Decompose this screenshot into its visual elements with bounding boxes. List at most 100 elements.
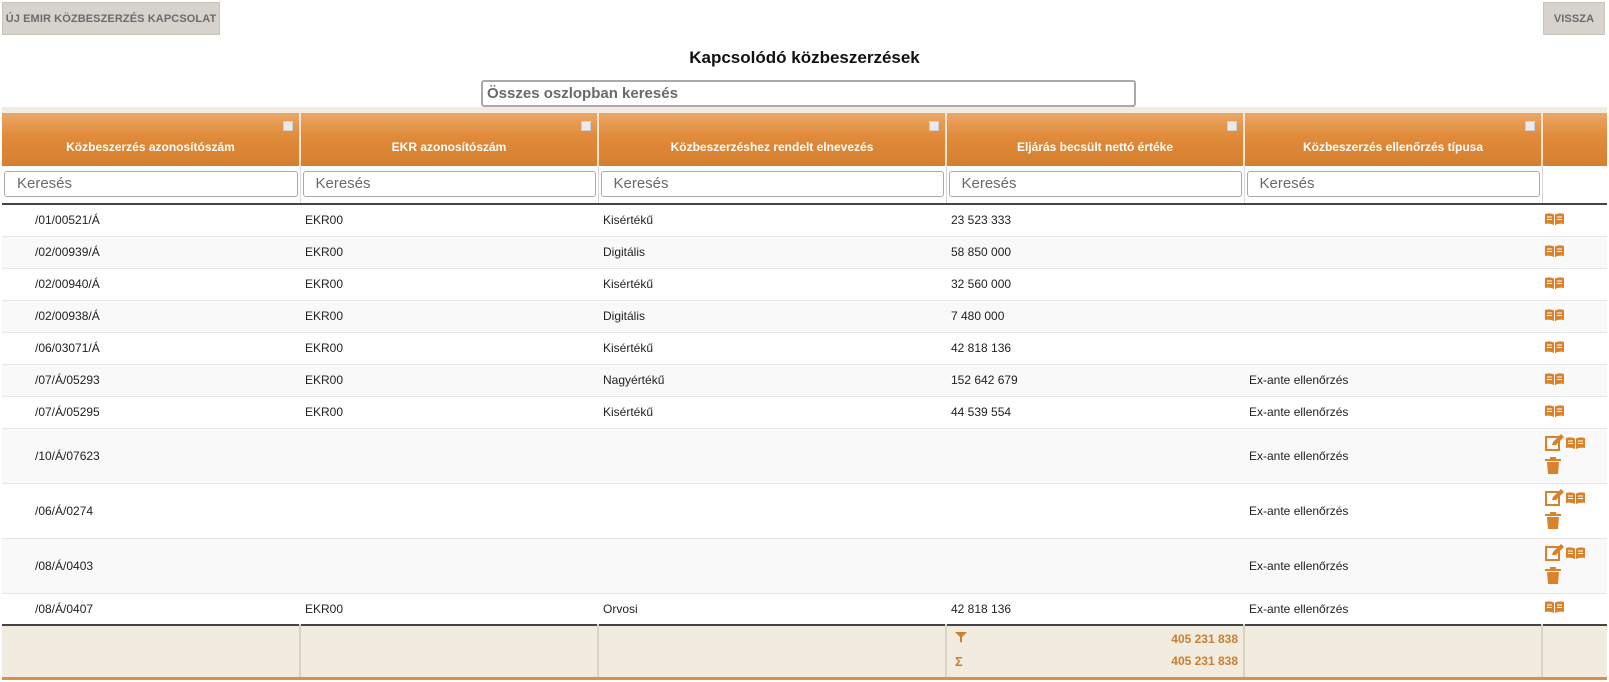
procurements-table-container: Közbeszerzés azonosítószám EKR azonosító… <box>2 107 1607 680</box>
estimated-value-cell: 42 818 136 <box>946 593 1244 626</box>
row-actions-cell <box>1542 332 1607 365</box>
open-book-icon[interactable] <box>1545 308 1564 324</box>
table-row[interactable]: /02/00938/Á EKR00 Digitális 7 480 000 <box>2 300 1607 333</box>
column-header-ekr-id[interactable]: EKR azonosítószám <box>300 113 599 166</box>
procurements-table: Közbeszerzés azonosítószám EKR azonosító… <box>2 113 1607 680</box>
edit-icon[interactable] <box>1545 489 1564 509</box>
trash-icon[interactable] <box>1545 567 1561 587</box>
row-actions-cell <box>1542 396 1607 429</box>
procurement-name-cell: Kisértékű <box>598 332 946 365</box>
table-row[interactable]: /07/Á/05295 EKR00 Kisértékű 44 539 554 Ex-an… <box>2 396 1607 429</box>
open-book-icon[interactable] <box>1545 372 1564 388</box>
open-book-icon[interactable] <box>1545 340 1564 356</box>
procurement-id-cell: /06/Á/0274 <box>2 483 300 539</box>
filter-ekr-id-input[interactable] <box>302 170 596 197</box>
procurement-name-cell <box>598 428 946 484</box>
filter-procurement-name-input[interactable] <box>600 170 944 197</box>
open-book-icon[interactable] <box>1566 546 1585 562</box>
check-type-cell: Ex-ante ellenőrzés <box>1244 593 1542 626</box>
row-actions <box>1545 276 1602 292</box>
column-toggle-checkbox[interactable] <box>929 121 939 131</box>
table-row[interactable]: /06/Á/0274 Ex-ante ellenőrzés <box>2 483 1607 539</box>
estimated-value-cell: 58 850 000 <box>946 236 1244 269</box>
open-book-icon[interactable] <box>1566 436 1585 452</box>
filter-estimated-value-input[interactable] <box>948 170 1242 197</box>
ekr-id-cell: EKR00 <box>300 364 598 397</box>
table-row[interactable]: /10/Á/07623 Ex-ante ellenőrzés <box>2 428 1607 484</box>
row-actions <box>1545 601 1602 616</box>
table-row[interactable]: /06/03071/Á EKR00 Kisértékű 42 818 136 <box>2 332 1607 365</box>
column-header-estimated-net-value[interactable]: Eljárás becsült nettó értéke <box>946 113 1245 166</box>
row-actions-cell <box>1542 364 1607 397</box>
check-type-cell: Ex-ante ellenőrzés <box>1244 483 1542 539</box>
row-actions <box>1545 308 1602 324</box>
table-row[interactable]: /02/00940/Á EKR00 Kisértékű 32 560 000 <box>2 268 1607 301</box>
new-emir-procurement-link-button[interactable]: ÚJ EMIR KÖZBESZERZÉS KAPCSOLAT <box>2 2 220 35</box>
open-book-icon[interactable] <box>1545 213 1564 228</box>
procurement-name-cell: Digitális <box>598 300 946 333</box>
table-row[interactable]: /02/00939/Á EKR00 Digitális 58 850 000 <box>2 236 1607 269</box>
trash-icon[interactable] <box>1545 512 1561 532</box>
procurement-name-cell <box>598 483 946 539</box>
column-header-procurement-id[interactable]: Közbeszerzés azonosítószám <box>2 113 301 166</box>
footer-cell-empty <box>1244 624 1543 680</box>
table-footer-row: 405 231 838 Σ 405 231 838 <box>2 624 1607 680</box>
row-actions-cell <box>1542 300 1607 333</box>
column-toggle-checkbox[interactable] <box>1525 121 1535 131</box>
procurement-name-cell: Kisértékű <box>598 204 946 237</box>
footer-cell-empty <box>2 624 301 680</box>
column-header-procurement-name[interactable]: Közbeszerzéshez rendelt elnevezés <box>598 113 947 166</box>
column-header-label: Közbeszerzés ellenőrzés típusa <box>1302 139 1484 154</box>
procurement-name-cell: Kisértékű <box>598 268 946 301</box>
column-toggle-checkbox[interactable] <box>1227 121 1237 131</box>
procurement-name-cell: Digitális <box>598 236 946 269</box>
procurement-id-cell: /08/Á/0403 <box>2 538 300 594</box>
estimated-value-cell: 42 818 136 <box>946 332 1244 365</box>
row-actions <box>1545 404 1602 420</box>
procurement-id-cell: /08/Á/0407 <box>2 593 300 626</box>
filtered-total-value: 405 231 838 <box>1171 632 1238 646</box>
open-book-icon[interactable] <box>1566 491 1585 507</box>
open-book-icon[interactable] <box>1545 276 1564 292</box>
column-header-check-type[interactable]: Közbeszerzés ellenőrzés típusa <box>1244 113 1543 166</box>
procurement-name-cell <box>598 538 946 594</box>
trash-icon[interactable] <box>1545 457 1561 477</box>
open-book-icon[interactable] <box>1545 601 1564 616</box>
column-toggle-checkbox[interactable] <box>581 121 591 131</box>
column-toggle-checkbox[interactable] <box>283 121 293 131</box>
row-actions <box>1545 244 1602 260</box>
open-book-icon[interactable] <box>1545 244 1564 260</box>
procurement-id-cell: /02/00939/Á <box>2 236 300 269</box>
row-actions-cell <box>1542 593 1607 626</box>
filter-check-type-input[interactable] <box>1246 170 1540 197</box>
edit-icon[interactable] <box>1545 434 1564 454</box>
column-header-label: Közbeszerzéshez rendelt elnevezés <box>670 139 874 154</box>
edit-icon[interactable] <box>1545 544 1564 564</box>
procurement-name-cell: Kisértékű <box>598 396 946 429</box>
filter-procurement-id-input[interactable] <box>4 170 298 197</box>
row-actions <box>1545 213 1602 228</box>
row-actions <box>1545 434 1595 477</box>
check-type-cell <box>1244 204 1542 237</box>
table-row[interactable]: /08/Á/0403 Ex-ante ellenőrzés <box>2 538 1607 594</box>
table-row[interactable]: /01/00521/Á EKR00 Kisértékű 23 523 333 <box>2 204 1607 237</box>
procurement-id-cell: /07/Á/05295 <box>2 396 300 429</box>
table-row[interactable]: /08/Á/0407 EKR00 Orvosi 42 818 136 Ex-ante e… <box>2 593 1607 626</box>
check-type-cell: Ex-ante ellenőrzés <box>1244 428 1542 484</box>
row-actions <box>1545 544 1595 587</box>
check-type-cell <box>1244 268 1542 301</box>
estimated-value-cell: 7 480 000 <box>946 300 1244 333</box>
ekr-id-cell <box>300 483 598 539</box>
back-button[interactable]: VISSZA <box>1543 2 1605 35</box>
global-search-input[interactable] <box>481 80 1136 107</box>
row-actions-cell <box>1542 268 1607 301</box>
estimated-value-cell: 23 523 333 <box>946 204 1244 237</box>
ekr-id-cell <box>300 428 598 484</box>
row-actions <box>1545 489 1595 532</box>
check-type-cell: Ex-ante ellenőrzés <box>1244 364 1542 397</box>
ekr-id-cell: EKR00 <box>300 300 598 333</box>
row-actions-cell <box>1542 204 1607 237</box>
column-header-label: Közbeszerzés azonosítószám <box>66 139 235 154</box>
open-book-icon[interactable] <box>1545 404 1564 420</box>
table-row[interactable]: /07/Á/05293 EKR00 Nagyértékű 152 642 679 Ex-… <box>2 364 1607 397</box>
